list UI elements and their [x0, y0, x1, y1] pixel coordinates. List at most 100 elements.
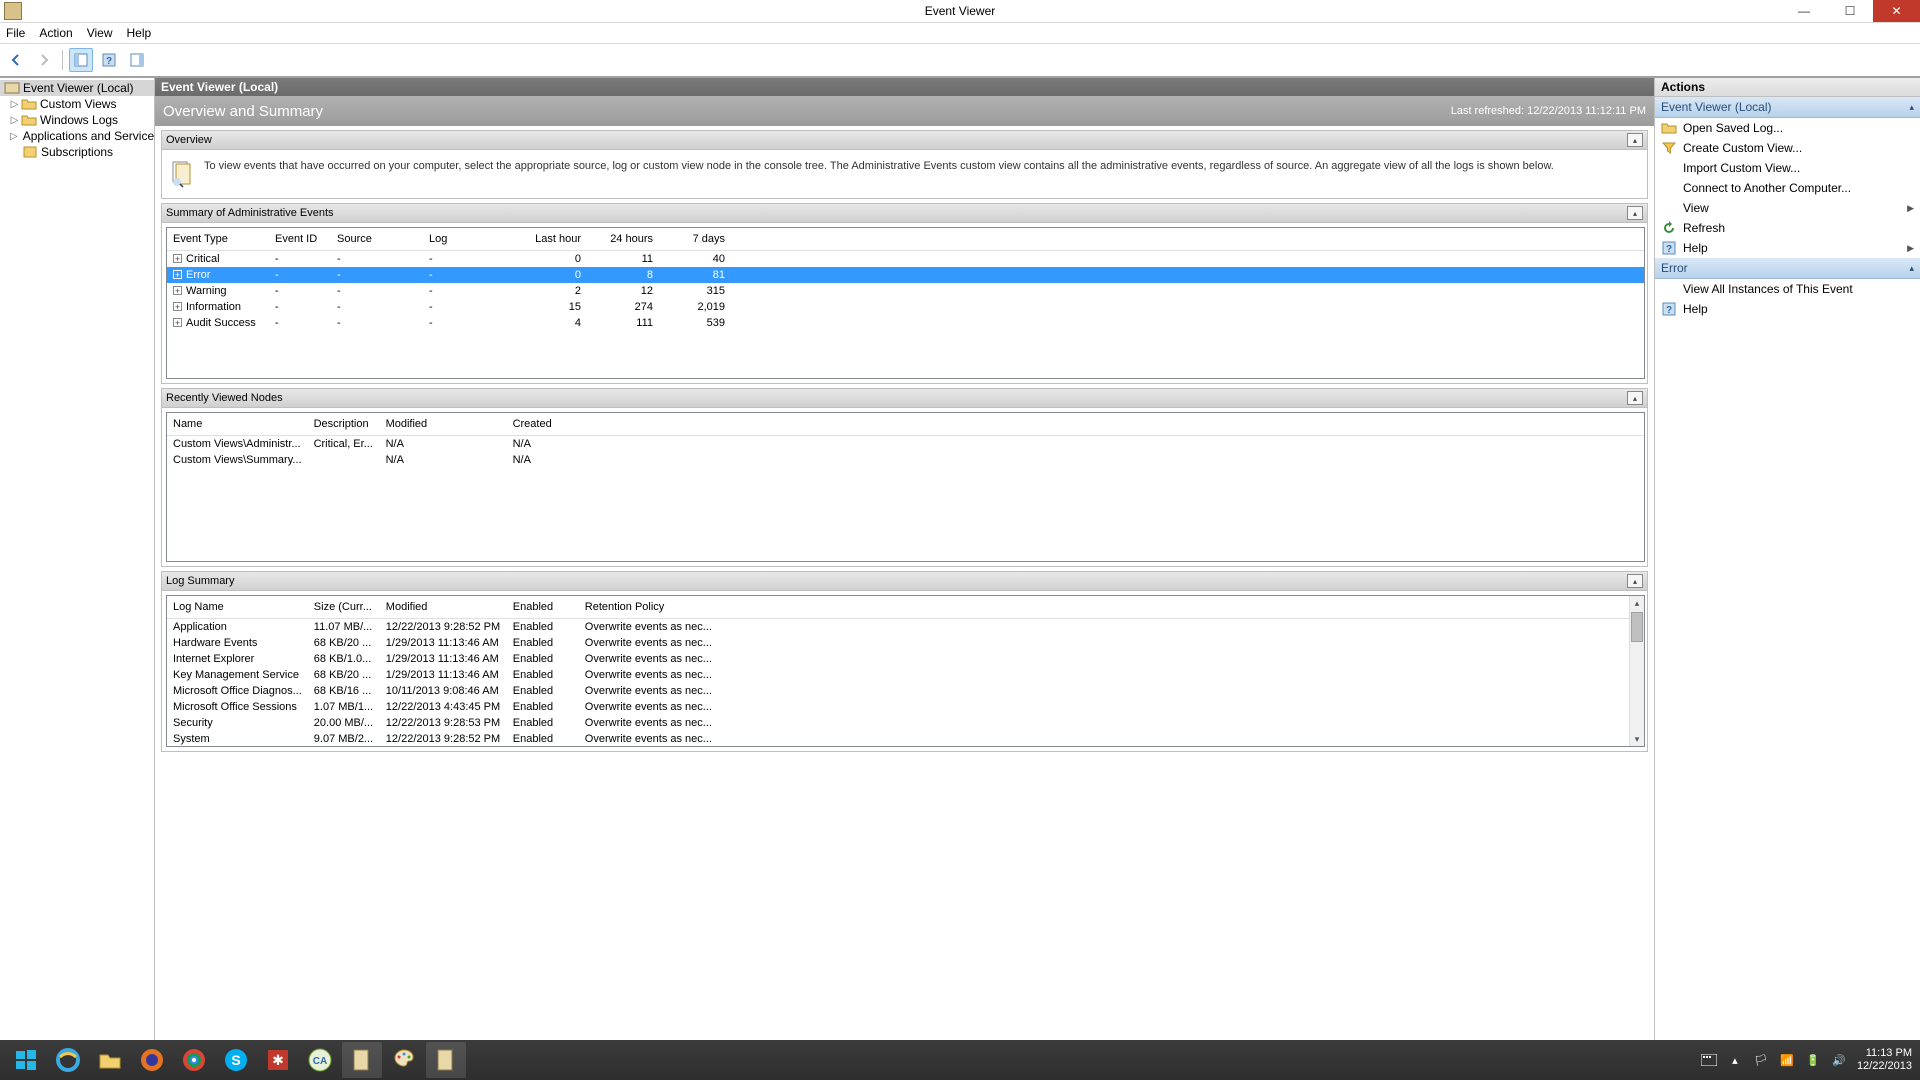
column-header[interactable]: Name: [167, 413, 308, 436]
taskbar-event-viewer-2[interactable]: [426, 1042, 466, 1078]
taskbar-ie[interactable]: [48, 1042, 88, 1078]
column-header[interactable]: Modified: [380, 596, 507, 619]
action-help[interactable]: ?Help▶: [1655, 238, 1920, 258]
taskbar-event-viewer[interactable]: [342, 1042, 382, 1078]
help-button[interactable]: ?: [97, 48, 121, 72]
console-tree[interactable]: Event Viewer (Local) ▷ Custom Views ▷ Wi…: [0, 78, 155, 1057]
tree-item-subscriptions[interactable]: Subscriptions: [0, 144, 154, 160]
action-center-icon[interactable]: 🏳: [1753, 1052, 1769, 1068]
column-header[interactable]: 7 days: [659, 228, 731, 251]
back-button[interactable]: [4, 48, 28, 72]
column-header[interactable]: Description: [308, 413, 380, 436]
column-header[interactable]: Enabled: [507, 596, 579, 619]
show-hide-tree-button[interactable]: [69, 48, 93, 72]
show-hide-action-button[interactable]: [125, 48, 149, 72]
scroll-up-icon[interactable]: ▴: [1630, 596, 1644, 610]
start-button[interactable]: [6, 1042, 46, 1078]
column-header[interactable]: Retention Policy: [579, 596, 718, 619]
menu-file[interactable]: File: [6, 26, 25, 40]
summary-section-header[interactable]: Summary of Administrative Events ▴: [162, 204, 1647, 223]
close-button[interactable]: ✕: [1873, 0, 1920, 22]
column-header[interactable]: Created: [507, 413, 634, 436]
taskbar-app-ca[interactable]: CA: [300, 1042, 340, 1078]
taskbar-firefox[interactable]: [132, 1042, 172, 1078]
action-view-all-instances[interactable]: View All Instances of This Event: [1655, 279, 1920, 299]
column-header[interactable]: Size (Curr...: [308, 596, 380, 619]
table-row[interactable]: Microsoft Office Sessions1.07 MB/1...12/…: [167, 699, 1630, 715]
column-header[interactable]: Last hour: [505, 228, 587, 251]
minimize-button[interactable]: —: [1781, 0, 1827, 22]
column-header[interactable]: Event ID: [269, 228, 331, 251]
collapse-icon[interactable]: ▴: [1627, 133, 1643, 147]
table-row[interactable]: +Audit Success---4111539: [167, 315, 1644, 331]
table-row[interactable]: Key Management Service68 KB/20 ...1/29/2…: [167, 667, 1630, 683]
column-header[interactable]: Log Name: [167, 596, 308, 619]
forward-button[interactable]: [32, 48, 56, 72]
tree-item-custom-views[interactable]: ▷ Custom Views: [0, 96, 154, 112]
tray-up-icon[interactable]: ▴: [1727, 1052, 1743, 1068]
column-header[interactable]: Event Type: [167, 228, 269, 251]
taskbar-app-red[interactable]: ✱: [258, 1042, 298, 1078]
log-section-header[interactable]: Log Summary ▴: [162, 572, 1647, 591]
expander-icon[interactable]: ▷: [10, 100, 19, 109]
taskbar-skype[interactable]: S: [216, 1042, 256, 1078]
overview-section-header[interactable]: Overview ▴: [162, 131, 1647, 150]
column-header[interactable]: Modified: [380, 413, 507, 436]
action-create-custom-view[interactable]: Create Custom View...: [1655, 138, 1920, 158]
taskbar-clock[interactable]: 11:13 PM 12/22/2013: [1857, 1047, 1912, 1073]
column-header[interactable]: 24 hours: [587, 228, 659, 251]
collapse-icon[interactable]: ▴: [1909, 263, 1914, 274]
menu-help[interactable]: Help: [127, 26, 152, 40]
table-row[interactable]: System9.07 MB/2...12/22/2013 9:28:52 PME…: [167, 731, 1630, 747]
menu-action[interactable]: Action: [39, 26, 72, 40]
table-row[interactable]: +Information---152742,019: [167, 299, 1644, 315]
table-row[interactable]: +Warning---212315: [167, 283, 1644, 299]
network-icon[interactable]: 📶: [1779, 1052, 1795, 1068]
taskbar[interactable]: S ✱ CA ▴ 🏳 📶 🔋 🔊 11:13 PM 12/22/2013: [0, 1040, 1920, 1080]
collapse-icon[interactable]: ▴: [1627, 574, 1643, 588]
scroll-thumb[interactable]: [1631, 612, 1643, 642]
table-row[interactable]: Microsoft Office Diagnos...68 KB/16 ...1…: [167, 683, 1630, 699]
table-row[interactable]: Custom Views\Summary...N/AN/A: [167, 452, 1644, 468]
table-row[interactable]: +Error---0881: [167, 267, 1644, 283]
tree-item-apps-services[interactable]: ▷ Applications and Services Lo: [0, 128, 154, 144]
tree-root[interactable]: Event Viewer (Local): [0, 80, 154, 96]
collapse-icon[interactable]: ▴: [1627, 391, 1643, 405]
recent-section-header[interactable]: Recently Viewed Nodes ▴: [162, 389, 1647, 408]
menu-view[interactable]: View: [87, 26, 113, 40]
table-row[interactable]: Security20.00 MB/...12/22/2013 9:28:53 P…: [167, 715, 1630, 731]
table-row[interactable]: Application11.07 MB/...12/22/2013 9:28:5…: [167, 619, 1630, 636]
summary-grid[interactable]: Event TypeEvent IDSourceLogLast hour24 h…: [166, 227, 1645, 379]
action-view[interactable]: View▶: [1655, 198, 1920, 218]
action-open-saved-log[interactable]: Open Saved Log...: [1655, 118, 1920, 138]
column-header[interactable]: Log: [423, 228, 505, 251]
column-header[interactable]: Source: [331, 228, 423, 251]
action-connect-computer[interactable]: Connect to Another Computer...: [1655, 178, 1920, 198]
taskbar-paint[interactable]: [384, 1042, 424, 1078]
recent-grid[interactable]: NameDescriptionModifiedCreated Custom Vi…: [166, 412, 1645, 562]
log-grid[interactable]: Log NameSize (Curr...ModifiedEnabledRete…: [166, 595, 1645, 747]
action-group-error[interactable]: Error ▴: [1655, 258, 1920, 279]
maximize-button[interactable]: ☐: [1827, 0, 1873, 22]
table-row[interactable]: +Critical---01140: [167, 251, 1644, 268]
battery-icon[interactable]: 🔋: [1805, 1052, 1821, 1068]
collapse-icon[interactable]: ▴: [1627, 206, 1643, 220]
expander-icon[interactable]: ▷: [10, 132, 18, 141]
keyboard-icon[interactable]: [1701, 1052, 1717, 1068]
scroll-down-icon[interactable]: ▾: [1630, 732, 1644, 746]
log-vertical-scrollbar[interactable]: ▴ ▾: [1629, 596, 1644, 746]
taskbar-explorer[interactable]: [90, 1042, 130, 1078]
action-group-event-viewer[interactable]: Event Viewer (Local) ▴: [1655, 97, 1920, 118]
volume-icon[interactable]: 🔊: [1831, 1052, 1847, 1068]
action-help-2[interactable]: ?Help: [1655, 299, 1920, 319]
collapse-icon[interactable]: ▴: [1909, 102, 1914, 113]
table-row[interactable]: Internet Explorer68 KB/1.0...1/29/2013 1…: [167, 651, 1630, 667]
taskbar-chrome[interactable]: [174, 1042, 214, 1078]
system-tray[interactable]: ▴ 🏳 📶 🔋 🔊 11:13 PM 12/22/2013: [1701, 1047, 1920, 1073]
tree-item-windows-logs[interactable]: ▷ Windows Logs: [0, 112, 154, 128]
expander-icon[interactable]: ▷: [10, 116, 19, 125]
table-row[interactable]: Custom Views\Administr...Critical, Er...…: [167, 436, 1644, 453]
table-row[interactable]: Hardware Events68 KB/20 ...1/29/2013 11:…: [167, 635, 1630, 651]
action-refresh[interactable]: Refresh: [1655, 218, 1920, 238]
action-import-custom-view[interactable]: Import Custom View...: [1655, 158, 1920, 178]
